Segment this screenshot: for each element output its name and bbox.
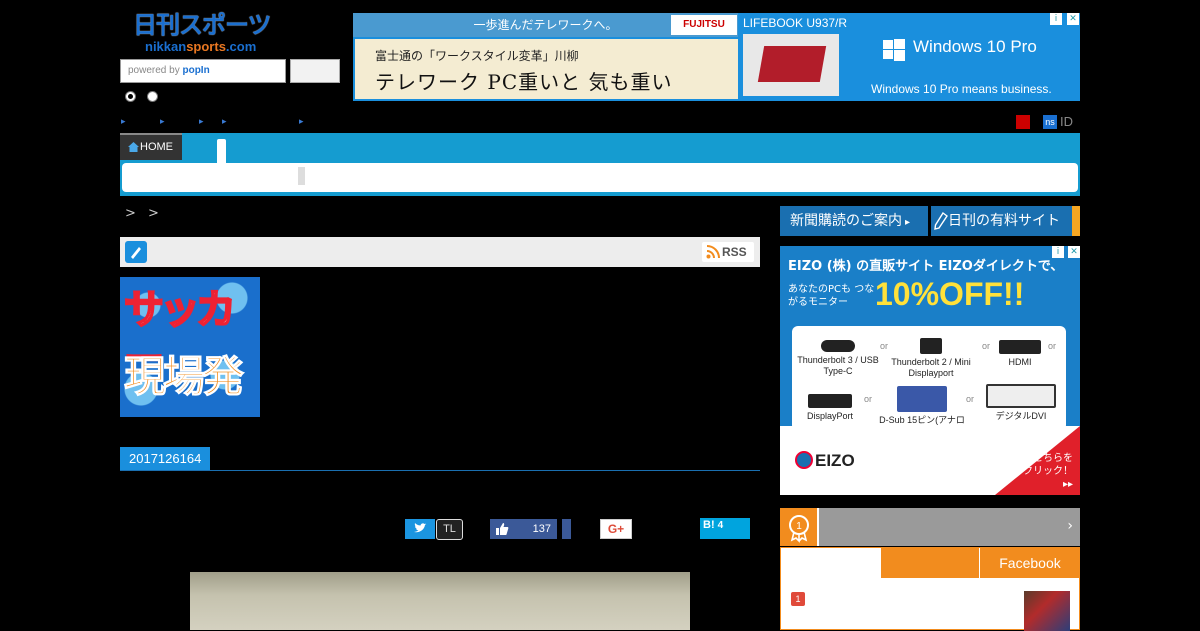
eizo-ad-close-icon[interactable]: ✕ xyxy=(1068,246,1080,258)
twitter-icon xyxy=(414,523,427,533)
facebook-share-extra[interactable] xyxy=(562,519,571,539)
ad-info-icon[interactable]: i xyxy=(1050,13,1062,25)
ad-senryu-title: 富士通の「ワークスタイル変革」川柳 xyxy=(375,49,579,63)
ranking-tab-facebook[interactable]: Facebook xyxy=(979,548,1080,578)
rss-button[interactable]: RSS xyxy=(702,242,754,262)
nav-sub-tab[interactable] xyxy=(298,167,305,185)
search-placeholder: powered by popIn xyxy=(128,65,210,76)
eizo-sidebar-ad[interactable]: EIZO (株) の直販サイト EIZOダイレクトで、 あなたのPCも つながる… xyxy=(780,246,1080,495)
ad-senryu-panel: 富士通の「ワークスタイル変革」川柳 テレワーク PC重いと 気も重い xyxy=(355,39,738,99)
site-logo[interactable]: 日刊スポーツ nikkansports.com xyxy=(133,10,288,56)
eizo-cta: こちらを クリック！ ▸▸ xyxy=(1023,453,1073,490)
fujitsu-logo: FUJITSU xyxy=(671,15,737,35)
soccer-banner-line2: 現場発 xyxy=(123,352,244,402)
id-login-link[interactable]: ID xyxy=(1060,114,1073,129)
port-thunderbolt2-icon: Thunderbolt 2 / Mini Displayport xyxy=(886,338,976,379)
search-button[interactable] xyxy=(290,59,340,83)
ad-product-name: LIFEBOOK U937/R xyxy=(743,16,848,30)
port-hdmi-icon: HDMI xyxy=(990,340,1050,368)
popin-logo: popIn xyxy=(182,65,210,76)
eizo-headline: EIZO (株) の直販サイト EIZOダイレクトで、 xyxy=(788,259,1064,274)
nav-home-label: HOME xyxy=(140,141,173,153)
top-banner-ad[interactable]: 一歩進んだテレワークへ。 FUJITSU 富士通の「ワークスタイル変革」川柳 テ… xyxy=(353,13,1080,101)
top-link-3-icon[interactable]: ▸ xyxy=(199,117,204,127)
top-link-4-icon[interactable]: ▸ xyxy=(222,117,227,127)
hatena-bookmark-button[interactable]: B! 4 xyxy=(700,518,750,539)
search-scope-radio-web[interactable] xyxy=(147,91,158,102)
paid-site-button[interactable]: 日刊の有料サイト xyxy=(931,206,1080,236)
article-id-tag: 2017126164 xyxy=(120,447,211,470)
port-thunderbolt3-icon: Thunderbolt 3 / USB Type-C xyxy=(794,340,882,377)
eizo-ports-panel: Thunderbolt 3 / USB Type-C or Thunderbol… xyxy=(792,326,1066,436)
article-divider xyxy=(120,470,760,471)
section-header-bar: RSS xyxy=(120,237,760,267)
eizo-subhead: あなたのPCも つながるモニター xyxy=(788,284,875,308)
logo-text-jp: 日刊スポーツ xyxy=(133,11,272,39)
article-photo xyxy=(190,572,690,630)
nav-home-tab[interactable]: HOME xyxy=(120,133,182,160)
laptop-image xyxy=(743,34,839,96)
nav-subbar xyxy=(122,163,1078,192)
search-scope-radio-site[interactable] xyxy=(125,91,136,102)
google-plus-button[interactable]: G+ xyxy=(600,519,632,539)
ranking-number-badge: 1 xyxy=(791,592,805,606)
pen-icon xyxy=(934,212,948,230)
home-icon xyxy=(128,142,139,152)
breadcrumb: > > xyxy=(125,206,159,221)
eizo-offer: 10%OFF!! xyxy=(875,276,1025,312)
red-square-link[interactable] xyxy=(1016,115,1030,129)
ad-senryu-text: テレワーク PC重いと 気も重い xyxy=(375,70,673,94)
top-link-5-icon[interactable]: ▸ xyxy=(299,117,304,127)
ranking-thumbnail[interactable] xyxy=(1024,591,1070,631)
twitter-share-button[interactable] xyxy=(405,519,435,539)
eizo-footer: EIZO こちらを クリック！ ▸▸ xyxy=(780,426,1080,495)
ranking-panel: Facebook 1 xyxy=(780,547,1080,631)
chevron-right-icon: › xyxy=(1067,518,1073,534)
ad-os-name: Windows 10 Pro xyxy=(913,37,1037,56)
ad-os-tagline: Windows 10 Pro means business. xyxy=(871,82,1052,96)
ad-close-icon[interactable]: ✕ xyxy=(1067,13,1079,25)
rss-icon xyxy=(706,245,720,259)
ns-badge-icon[interactable]: ns xyxy=(1043,115,1057,129)
ranking-tab[interactable] xyxy=(881,548,979,578)
thumbs-up-icon xyxy=(496,523,509,535)
rss-label: RSS xyxy=(722,245,747,259)
logo-text-en: nikkansports.com xyxy=(145,39,257,54)
ranking-header[interactable]: 1 › xyxy=(780,508,1080,546)
medal-icon: 1 xyxy=(780,508,819,546)
nav-tab-active[interactable] xyxy=(217,139,226,163)
facebook-like-button[interactable]: 137 xyxy=(490,519,557,539)
main-nav: HOME xyxy=(120,133,1080,196)
newspaper-subscription-button[interactable]: 新聞購読のご案内 ▸ xyxy=(780,206,928,236)
top-link-2-icon[interactable]: ▸ xyxy=(160,117,165,127)
section-pen-icon xyxy=(125,241,147,263)
top-link-1-icon[interactable]: ▸ xyxy=(121,117,126,127)
search-input[interactable]: powered by popIn xyxy=(120,59,286,83)
twitter-timeline-button[interactable]: TL xyxy=(436,519,463,540)
eizo-ad-info-icon[interactable]: i xyxy=(1052,246,1064,258)
eizo-logo: EIZO xyxy=(795,451,855,471)
hatena-count: 4 xyxy=(717,520,724,531)
port-dvi-icon: デジタルDVI xyxy=(978,384,1064,422)
port-displayport-icon: DisplayPort xyxy=(800,394,860,422)
facebook-like-count: 137 xyxy=(532,523,551,535)
soccer-genba-banner[interactable]: サッカー 現場発 xyxy=(120,277,260,417)
hatena-icon: B! xyxy=(703,519,715,531)
windows-logo-icon xyxy=(883,39,905,61)
svg-text:1: 1 xyxy=(796,521,802,532)
